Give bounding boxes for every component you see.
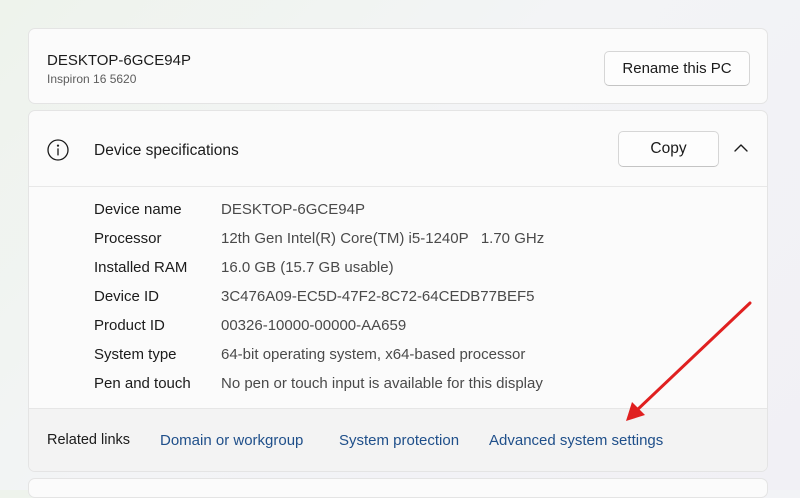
spec-row-device-id: Device ID 3C476A09-EC5D-47F2-8C72-64CEDB… <box>94 288 754 310</box>
rename-pc-button[interactable]: Rename this PC <box>604 51 750 86</box>
copy-button[interactable]: Copy <box>618 131 719 167</box>
next-card-edge <box>28 478 768 498</box>
spec-value: 00326-10000-00000-AA659 <box>221 317 407 334</box>
related-links-label: Related links <box>47 432 131 448</box>
spec-row-installed-ram: Installed RAM 16.0 GB (15.7 GB usable) <box>94 259 754 281</box>
device-specifications-title: Device specifications <box>94 142 239 159</box>
chevron-up-icon[interactable] <box>732 141 750 155</box>
spec-label: Installed RAM <box>94 259 188 276</box>
info-icon <box>47 139 69 161</box>
spec-row-processor: Processor 12th Gen Intel(R) Core(TM) i5-… <box>94 230 754 252</box>
system-protection-link[interactable]: System protection <box>339 432 459 449</box>
domain-or-workgroup-link[interactable]: Domain or workgroup <box>160 432 303 449</box>
spec-value: 16.0 GB (15.7 GB usable) <box>221 259 394 276</box>
spec-value: 12th Gen Intel(R) Core(TM) i5-1240P 1.70… <box>221 230 545 247</box>
spec-label: Pen and touch <box>94 375 191 392</box>
spec-row-system-type: System type 64-bit operating system, x64… <box>94 346 754 368</box>
spec-row-device-name: Device name DESKTOP-6GCE94P <box>94 201 754 223</box>
spec-label: Device ID <box>94 288 160 305</box>
pc-name: DESKTOP-6GCE94P <box>47 52 191 69</box>
spec-value: 64-bit operating system, x64-based proce… <box>221 346 526 363</box>
pc-name-card: DESKTOP-6GCE94P Inspiron 16 5620 Rename … <box>28 28 768 104</box>
spec-label: Device name <box>94 201 182 218</box>
pc-model: Inspiron 16 5620 <box>47 72 137 86</box>
spec-value: DESKTOP-6GCE94P <box>221 201 365 218</box>
spec-label: System type <box>94 346 177 363</box>
device-specifications-card: Device specifications Copy Device name D… <box>28 110 768 472</box>
device-specifications-header[interactable]: Device specifications Copy <box>29 111 767 187</box>
spec-value: 3C476A09-EC5D-47F2-8C72-64CEDB77BEF5 <box>221 288 535 305</box>
spec-label: Processor <box>94 230 162 247</box>
spec-label: Product ID <box>94 317 165 334</box>
spec-row-product-id: Product ID 00326-10000-00000-AA659 <box>94 317 754 339</box>
advanced-system-settings-link[interactable]: Advanced system settings <box>489 432 663 449</box>
spec-value: No pen or touch input is available for t… <box>221 375 543 392</box>
related-links-bar: Related links Domain or workgroup System… <box>29 408 767 471</box>
spec-row-pen-and-touch: Pen and touch No pen or touch input is a… <box>94 375 754 397</box>
